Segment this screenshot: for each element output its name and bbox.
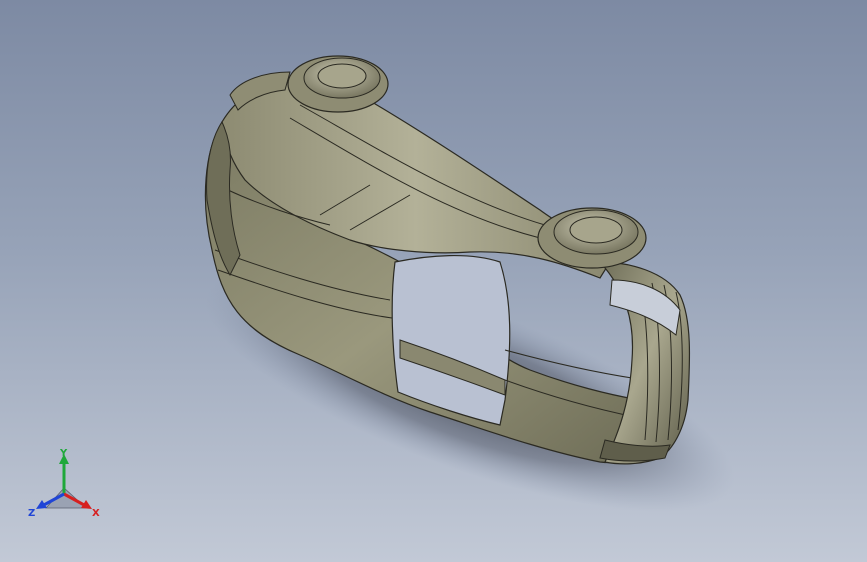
front-wheel-hub-inner <box>569 216 623 244</box>
triad-base <box>45 487 88 509</box>
x-axis-label: X <box>92 508 100 519</box>
graphics-viewport[interactable]: Y X Z <box>0 0 867 562</box>
reference-triad: Y X Z <box>28 448 100 519</box>
z-axis-label: Z <box>28 508 35 519</box>
rear-wheel-hub-inner <box>317 63 367 89</box>
car-body-model[interactable] <box>0 0 867 562</box>
y-axis-label: Y <box>59 448 68 459</box>
